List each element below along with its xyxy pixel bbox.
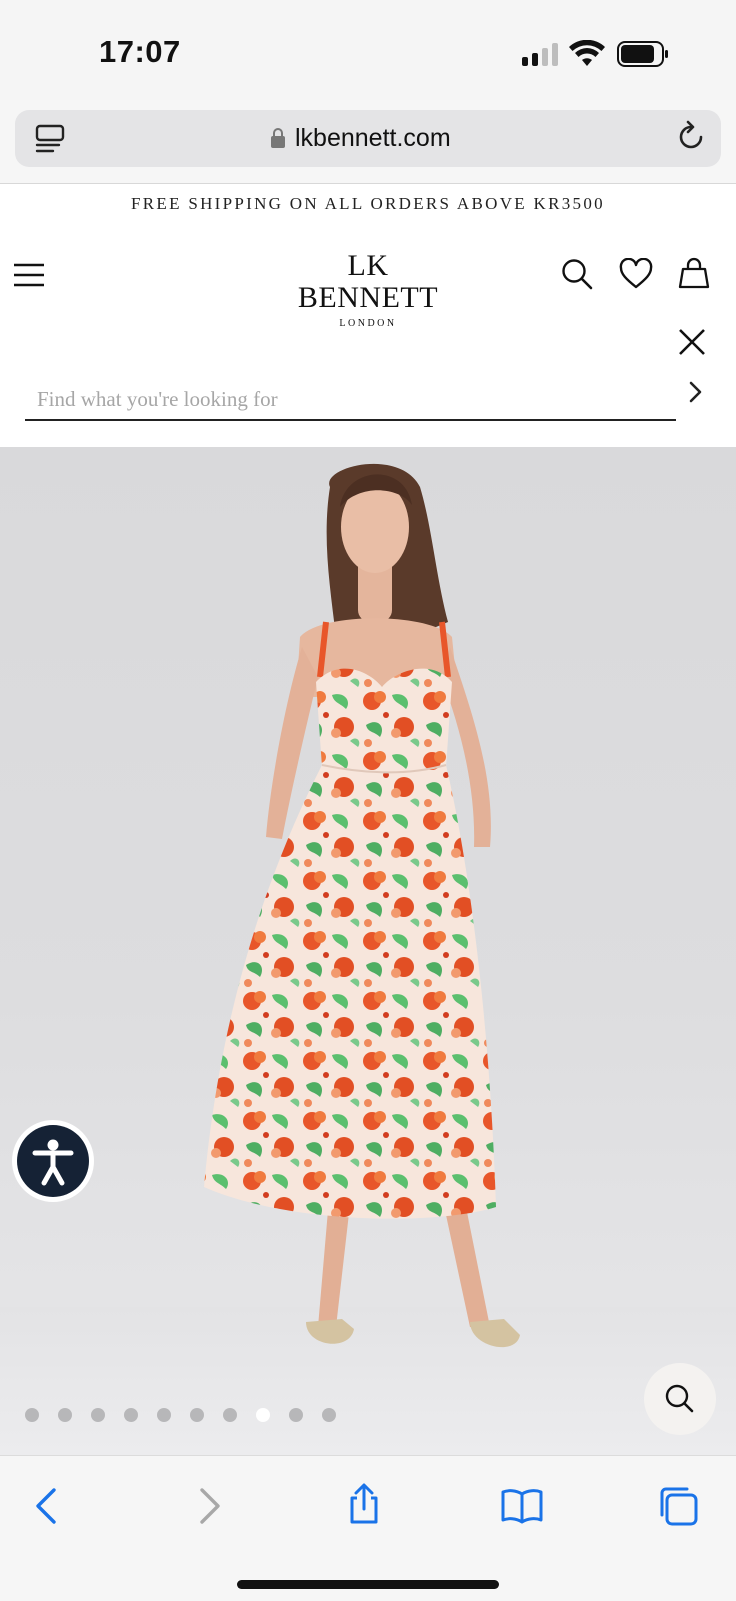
- forward-icon[interactable]: [186, 1484, 230, 1528]
- gallery-dot[interactable]: [58, 1408, 72, 1422]
- gallery-dot[interactable]: [289, 1408, 303, 1422]
- accessibility-icon: [17, 1125, 89, 1197]
- logo-main: LK BENNETT: [297, 249, 439, 314]
- bookmarks-icon[interactable]: [500, 1484, 544, 1528]
- search-input[interactable]: [25, 379, 676, 421]
- gallery-pagination[interactable]: [25, 1408, 336, 1422]
- gallery-dot-active[interactable]: [256, 1408, 270, 1422]
- gallery-dot[interactable]: [157, 1408, 171, 1422]
- status-time: 17:07: [99, 34, 181, 69]
- gallery-dot[interactable]: [25, 1408, 39, 1422]
- logo-sub: LONDON: [339, 318, 397, 329]
- gallery-dot[interactable]: [91, 1408, 105, 1422]
- model-figure: [204, 463, 520, 1348]
- promo-banner[interactable]: FREE SHIPPING ON ALL ORDERS ABOVE KR3500: [0, 194, 736, 214]
- gallery-dot[interactable]: [223, 1408, 237, 1422]
- close-icon[interactable]: [678, 328, 706, 356]
- menu-icon[interactable]: [13, 262, 45, 288]
- search-icon[interactable]: [561, 258, 593, 290]
- zoom-button[interactable]: [644, 1363, 716, 1435]
- back-icon[interactable]: [26, 1484, 70, 1528]
- heart-icon[interactable]: [619, 258, 653, 290]
- tabs-icon[interactable]: [656, 1484, 700, 1528]
- search-submit-chevron-icon[interactable]: [686, 380, 706, 404]
- gallery-dot[interactable]: [124, 1408, 138, 1422]
- gallery-dot[interactable]: [322, 1408, 336, 1422]
- accessibility-button[interactable]: [12, 1120, 94, 1202]
- page-menu-icon[interactable]: [35, 124, 65, 154]
- brand-logo[interactable]: LK BENNETT LONDON: [283, 249, 453, 330]
- bag-icon[interactable]: [677, 256, 711, 290]
- product-image[interactable]: [0, 447, 736, 1455]
- gallery-dot[interactable]: [190, 1408, 204, 1422]
- lock-icon: [271, 128, 285, 148]
- zoom-search-icon: [665, 1384, 694, 1413]
- url-text[interactable]: lkbennett.com: [295, 124, 451, 153]
- wifi-icon: [569, 40, 605, 66]
- home-indicator[interactable]: [237, 1580, 499, 1589]
- share-icon[interactable]: [342, 1482, 386, 1526]
- reload-icon[interactable]: [674, 120, 708, 154]
- battery-icon: [617, 41, 668, 67]
- cellular-signal-icon: [522, 42, 558, 66]
